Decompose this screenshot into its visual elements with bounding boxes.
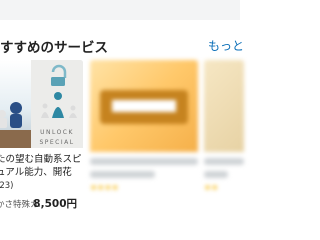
service-thumbnail — [90, 60, 198, 152]
service-thumbnail: UNLOCK SPECIAL — [0, 60, 83, 148]
rating-count: (23) — [0, 181, 14, 191]
header-strip — [0, 0, 240, 20]
placeholder-bar — [90, 171, 155, 178]
service-card-loading[interactable]: ★★ — [204, 60, 244, 192]
thumbnail-photo-left — [0, 60, 31, 148]
placeholder-bar — [204, 171, 228, 178]
star-rating-icon: ★★ — [204, 183, 219, 192]
service-card-loading[interactable]: ★★★★ — [90, 60, 198, 192]
section-title: すすめのサービス — [0, 40, 108, 56]
see-more-link[interactable]: もっと — [208, 37, 244, 54]
service-thumbnail — [204, 60, 244, 152]
service-title[interactable]: たの望む自動系スピ ュアル能力、開花さ… — [0, 153, 83, 179]
service-card[interactable]: UNLOCK SPECIAL たの望む自動系スピ ュアル能力、開花さ… (23)… — [0, 60, 83, 213]
thumbnail-caption: UNLOCK SPECIAL — [39, 129, 75, 146]
service-price: 8,500円 — [33, 198, 77, 210]
placeholder-bar — [90, 158, 198, 165]
placeholder-bar — [204, 158, 244, 165]
star-rating-icon: ★★★★ — [90, 183, 119, 192]
